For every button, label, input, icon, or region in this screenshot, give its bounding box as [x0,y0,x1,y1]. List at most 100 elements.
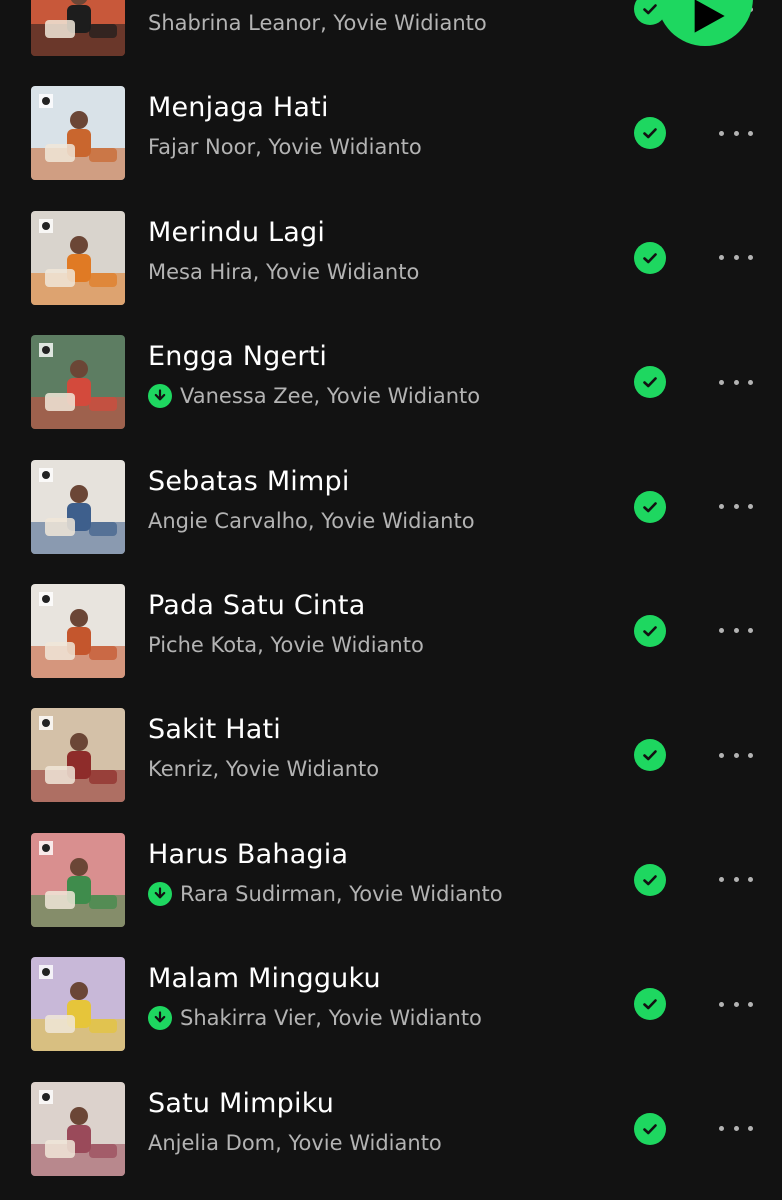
track-subtitle: Vanessa Zee, Yovie Widianto [148,384,481,409]
more-options-icon[interactable] [716,1114,756,1144]
track-artists: Vanessa Zee, Yovie Widianto [180,384,481,409]
album-cover-art [31,0,125,56]
track-subtitle: Mesa Hira, Yovie Widianto [148,260,419,284]
album-cover [31,957,125,1052]
track-row-4[interactable]: Engga Ngerti Vanessa Zee, Yovie Widianto [0,327,782,451]
more-dot [748,504,753,510]
track-title: Menjaga Hati [148,92,329,124]
check-circle-icon[interactable] [634,614,666,647]
more-dot [719,379,724,385]
download-arrow-icon [148,384,172,409]
more-options-icon[interactable] [716,989,756,1019]
more-dot [748,877,753,883]
more-options-icon[interactable] [716,243,756,273]
check-circle-icon[interactable] [634,366,666,399]
track-subtitle: Angie Carvalho, Yovie Widianto [148,509,475,533]
track-title: Sebatas Mimpi [148,465,350,497]
album-cover [31,0,125,56]
track-list: Tak Kan Terganti Shabrina Leanor, Yovie … [0,0,782,1198]
album-cover-art [31,708,125,803]
track-title: Merindu Lagi [148,216,326,248]
more-options-icon[interactable] [716,492,756,522]
more-dot [733,877,739,883]
more-dot [748,130,753,136]
check-circle-icon[interactable] [634,863,666,896]
album-cover [31,459,125,554]
more-dot [719,752,724,758]
track-row-6[interactable]: Pada Satu Cinta Piche Kota, Yovie Widian… [0,576,782,700]
track-artists: Rara Sudirman, Yovie Widianto [180,881,503,906]
track-artists: Shakirra Vier, Yovie Widianto [180,1006,482,1031]
album-cover-art [31,86,125,181]
more-dot [719,255,724,261]
more-dot [733,379,739,385]
more-options-icon[interactable] [716,865,756,895]
track-title: Sakit Hati [148,714,281,746]
track-row-8[interactable]: Harus Bahagia Rara Sudirman, Yovie Widia… [0,825,782,949]
track-subtitle: Shabrina Leanor, Yovie Widianto [148,11,487,35]
track-subtitle: Kenriz, Yovie Widianto [148,757,379,781]
album-cover-art [31,459,125,554]
album-cover [31,832,125,927]
track-artists: Kenriz, Yovie Widianto [148,757,380,782]
track-artists: Shabrina Leanor, Yovie Widianto [148,11,487,35]
more-dot [733,1001,739,1007]
more-dot [733,752,739,758]
album-cover [31,86,125,181]
more-dot [733,504,739,510]
more-dot [719,628,724,634]
track-artists: Angie Carvalho, Yovie Widianto [148,508,475,533]
album-cover [31,1081,125,1176]
album-cover [31,708,125,803]
track-row-7[interactable]: Sakit Hati Kenriz, Yovie Widianto [0,700,782,824]
album-cover-art [31,210,125,305]
more-dot [719,504,724,510]
more-options-icon[interactable] [716,616,756,646]
track-title: Pada Satu Cinta [148,589,366,621]
play-icon [694,0,725,33]
track-artists: Fajar Noor, Yovie Widianto [148,135,422,160]
more-options-icon[interactable] [716,740,756,770]
more-dot [733,1126,739,1132]
check-circle-icon[interactable] [634,988,666,1021]
track-artists: Anjelia Dom, Yovie Widianto [148,1130,442,1155]
album-cover-art [31,583,125,678]
track-subtitle: Rara Sudirman, Yovie Widianto [148,881,503,906]
more-dot [733,628,739,634]
album-cover [31,210,125,305]
track-title: Harus Bahagia [148,838,349,870]
track-row-2[interactable]: Menjaga Hati Fajar Noor, Yovie Widianto [0,78,782,202]
check-circle-icon[interactable] [634,117,666,150]
more-dot [733,255,739,261]
more-options-icon[interactable] [716,367,756,397]
more-dot [748,1001,753,1007]
more-dot [748,628,753,634]
album-cover-art [31,832,125,927]
album-cover-art [31,957,125,1052]
more-dot [748,379,753,385]
track-row-5[interactable]: Sebatas Mimpi Angie Carvalho, Yovie Widi… [0,452,782,576]
more-dot [748,255,753,261]
more-dot [748,1126,753,1132]
album-cover-art [31,1081,125,1176]
download-arrow-icon [148,1006,172,1031]
track-row-10[interactable]: Satu Mimpiku Anjelia Dom, Yovie Widianto [0,1074,782,1198]
track-title: Satu Mimpiku [148,1087,335,1119]
album-cover [31,335,125,430]
check-circle-icon[interactable] [634,1112,666,1145]
more-options-icon[interactable] [716,118,756,148]
track-row-9[interactable]: Malam Mingguku Shakirra Vier, Yovie Widi… [0,949,782,1073]
track-subtitle: Shakirra Vier, Yovie Widianto [148,1006,482,1031]
more-dot [719,130,724,136]
more-dot [719,1001,724,1007]
check-circle-icon[interactable] [634,241,666,274]
more-dot [719,1126,724,1132]
check-circle-icon[interactable] [634,490,666,523]
track-title: Engga Ngerti [148,341,328,373]
track-row-3[interactable]: Merindu Lagi Mesa Hira, Yovie Widianto [0,203,782,327]
track-artists: Mesa Hira, Yovie Widianto [148,259,420,284]
album-cover [31,583,125,678]
more-dot [719,877,724,883]
download-arrow-icon [148,881,172,906]
check-circle-icon[interactable] [634,739,666,772]
